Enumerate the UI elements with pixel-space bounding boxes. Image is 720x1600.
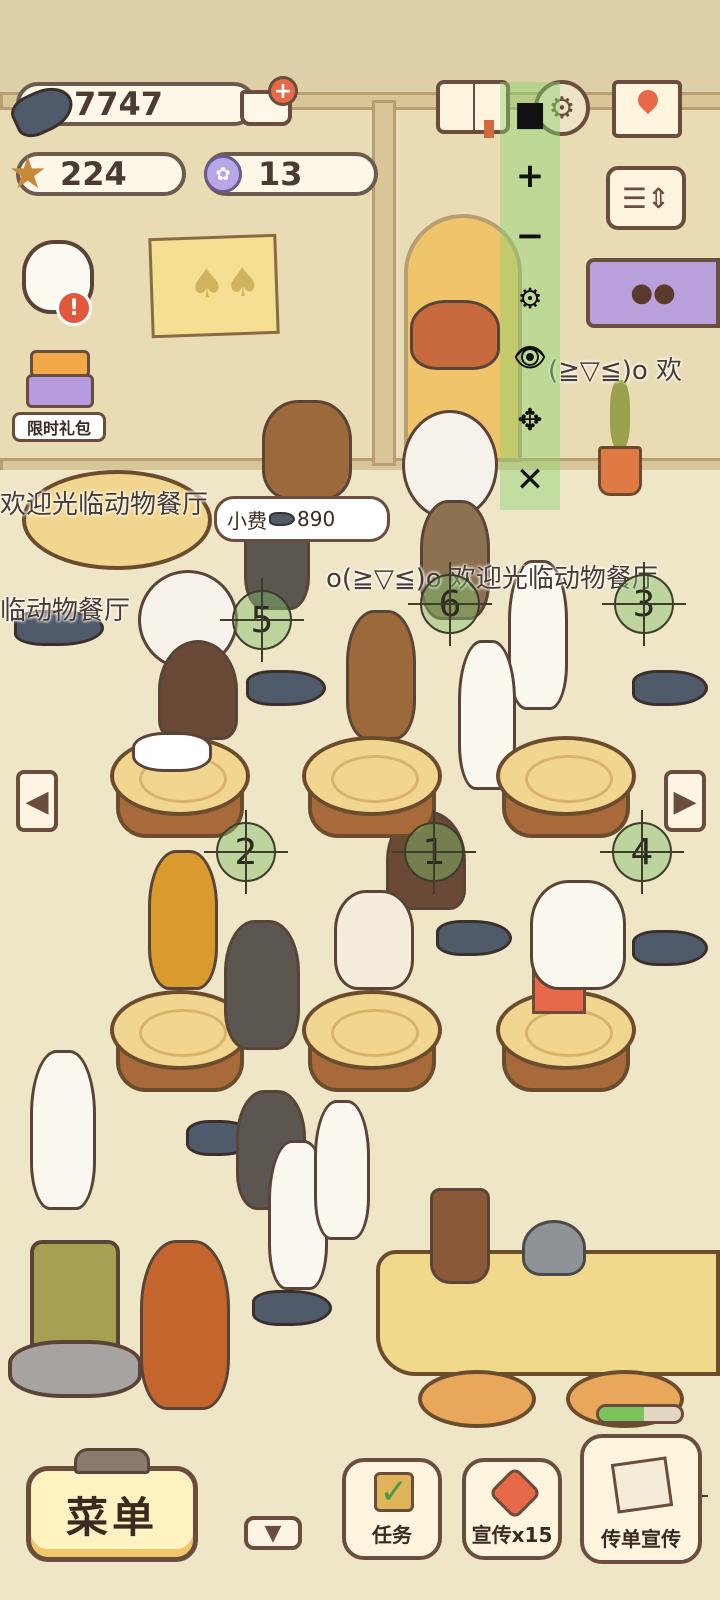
flyer-progress-fill: [599, 1407, 645, 1421]
coffee-dripper: [430, 1188, 490, 1284]
cow-customer: [530, 880, 626, 990]
table-3[interactable]: [496, 960, 636, 1100]
checkmark-icon: ✓: [374, 1472, 414, 1512]
close-icon[interactable]: ✕: [500, 460, 560, 500]
layout-toggle-icon[interactable]: ☰⇕: [606, 166, 686, 230]
promo-button[interactable]: 宣传x15: [462, 1458, 562, 1560]
tip-amount: 890: [297, 507, 336, 531]
stone-mill: [8, 1240, 142, 1400]
welcome-text-4: (≧▽≦)o 欢: [548, 356, 683, 386]
location-pin-icon: [633, 85, 663, 115]
tree-icon: ♠♠: [188, 259, 262, 308]
alert-badge-icon: !: [56, 290, 92, 326]
welcome-text-2: o(≧▽≦)o 欢迎光临动物餐厅: [326, 564, 658, 594]
marker-4[interactable]: 4: [600, 810, 684, 894]
fox-customer: [410, 300, 500, 370]
deer-waiting: [140, 1240, 230, 1410]
tip-label: 小费: [227, 508, 267, 533]
rice-ball-dish: [132, 732, 212, 772]
potted-plant: [598, 380, 642, 500]
tasks-button[interactable]: ✓ 任务: [342, 1458, 442, 1560]
marker-3[interactable]: 3: [602, 562, 686, 646]
star-count: 224: [60, 155, 127, 193]
shop-cart-icon[interactable]: +: [234, 76, 298, 136]
promo-label: 宣传x15: [471, 1523, 553, 1547]
next-room-arrow-icon[interactable]: ▶: [664, 770, 706, 832]
map-icon[interactable]: [612, 80, 682, 138]
hide-eye-icon[interactable]: 👁: [500, 338, 560, 378]
flyer-icon: [610, 1456, 674, 1514]
marker-1[interactable]: 1: [392, 810, 476, 894]
dog-customer: [148, 850, 218, 990]
fish-count: 7747: [74, 85, 164, 123]
floating-toolbar: ■ + − ⚙ 👁 ✥ ✕: [500, 82, 560, 510]
gift-box-icon[interactable]: [22, 350, 98, 410]
fish-coin-drop[interactable]: [632, 670, 708, 706]
bird-icon: ●●: [630, 278, 676, 308]
welcome-text-3: 临动物餐厅: [0, 596, 131, 626]
marker-5[interactable]: 5: [220, 578, 304, 662]
table-4[interactable]: [496, 736, 636, 846]
clipboard-clip-icon: [74, 1448, 150, 1474]
limited-gift-label[interactable]: 限时礼包: [12, 412, 106, 442]
rabbit-waiting-3: [314, 1100, 370, 1240]
recipe-book-icon[interactable]: [436, 80, 510, 138]
previous-room-arrow-icon[interactable]: ◀: [16, 770, 58, 832]
kettle: [522, 1220, 586, 1276]
fish-coin-drop[interactable]: [632, 930, 708, 966]
zoom-out-icon[interactable]: −: [500, 216, 560, 256]
notice-board[interactable]: ♠♠: [148, 233, 280, 339]
event-banner[interactable]: ●●: [586, 258, 720, 328]
settings-icon[interactable]: ⚙: [500, 278, 560, 318]
promo-card-icon: [488, 1466, 542, 1520]
ceiling-beam: [0, 0, 720, 95]
fish-coin-drop[interactable]: [252, 1290, 332, 1326]
collapse-chevron-down-icon[interactable]: ▼: [244, 1516, 302, 1550]
mouse-white-customer: [334, 890, 414, 990]
fish-coin-drop[interactable]: [246, 670, 326, 706]
rabbit-waiting: [30, 1050, 96, 1210]
move-icon[interactable]: ✥: [500, 400, 560, 440]
wall-post: [372, 100, 396, 466]
marker-6[interactable]: 6: [408, 562, 492, 646]
deer-customer-2: [346, 610, 416, 740]
table-6[interactable]: [302, 990, 442, 1100]
star-icon: ★: [8, 148, 48, 199]
welcome-text-1: 欢迎光临动物餐厅: [0, 490, 209, 520]
paw-count: 13: [258, 155, 303, 193]
deer-customer: [262, 400, 352, 500]
tasks-label: 任务: [372, 1523, 412, 1547]
tip-bubble[interactable]: 小费 890: [214, 496, 390, 542]
zoom-in-icon[interactable]: +: [500, 156, 560, 196]
menu-label: 菜单: [65, 1492, 158, 1542]
cushion-seat: [418, 1370, 536, 1428]
hedgehog-customer: [158, 640, 238, 740]
add-icon: +: [268, 76, 298, 106]
paw-token-icon: ✿: [204, 155, 242, 193]
fish-coin-drop[interactable]: [436, 920, 512, 956]
flyer-progress-bar: [596, 1404, 684, 1424]
stop-icon[interactable]: ■: [500, 94, 560, 134]
fish-icon: [269, 512, 295, 526]
flyer-label: 传单宣传: [601, 1527, 681, 1551]
marker-2[interactable]: 2: [204, 810, 288, 894]
mouse-customer: [224, 920, 300, 1050]
flyer-promo-button[interactable]: 传单宣传: [580, 1434, 702, 1564]
menu-button[interactable]: 菜单: [26, 1466, 198, 1562]
